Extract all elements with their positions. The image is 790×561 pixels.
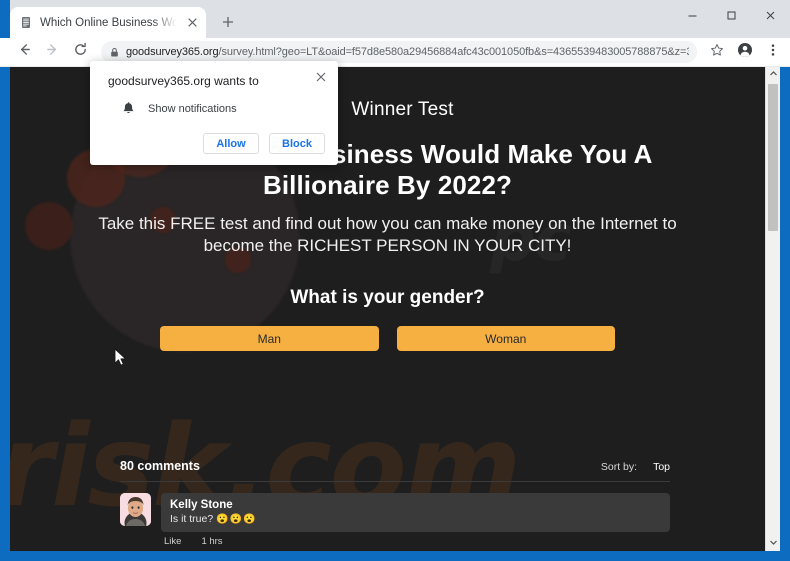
comment-like-button[interactable]: Like bbox=[164, 536, 181, 547]
lock-icon bbox=[108, 46, 120, 58]
comments-count: 80 comments bbox=[120, 459, 200, 473]
popup-close-icon[interactable] bbox=[313, 69, 329, 85]
maximize-button[interactable] bbox=[712, 0, 751, 31]
bookmark-button[interactable] bbox=[704, 39, 730, 65]
answer-button-man[interactable]: Man bbox=[160, 326, 379, 351]
comment-author: Kelly Stone bbox=[170, 499, 233, 511]
block-button[interactable]: Block bbox=[269, 133, 325, 154]
popup-title: goodsurvey365.org wants to bbox=[108, 74, 259, 88]
comment-body: Kelly Stone Is it true? 😮😮😮 Like 1 hrs bbox=[161, 493, 670, 547]
tab-strip: Which Online Business Would M bbox=[0, 0, 790, 38]
answer-button-woman[interactable]: Woman bbox=[396, 326, 615, 351]
reload-icon bbox=[73, 42, 88, 62]
tab-title: Which Online Business Would M bbox=[40, 16, 177, 29]
close-window-button[interactable] bbox=[751, 0, 790, 31]
window-controls bbox=[673, 0, 790, 31]
site-name: Winner Test bbox=[351, 99, 454, 120]
comments-section: 80 comments Sort by: Top Kelly Stone Is … bbox=[120, 459, 670, 547]
back-arrow-icon bbox=[17, 42, 32, 62]
comment-emoji: 😮😮😮 bbox=[216, 513, 257, 525]
sort-by-value[interactable]: Top bbox=[653, 461, 670, 473]
comment-item: Kelly Stone Is it true? 😮😮😮 Like 1 hrs bbox=[120, 493, 670, 547]
profile-button[interactable] bbox=[732, 39, 758, 65]
bell-icon bbox=[122, 102, 136, 116]
new-tab-button[interactable] bbox=[214, 8, 242, 36]
back-button[interactable] bbox=[11, 39, 37, 65]
page-scrollbar[interactable] bbox=[765, 67, 780, 551]
address-bar[interactable]: goodsurvey365.org/survey.html?geo=LT&oai… bbox=[101, 41, 697, 63]
popup-permission-label: Show notifications bbox=[148, 103, 237, 115]
survey-answers: Man Woman bbox=[160, 326, 615, 351]
comments-header: 80 comments Sort by: Top bbox=[120, 459, 670, 482]
star-icon bbox=[710, 43, 724, 62]
tab-strip-left-edge bbox=[0, 0, 10, 38]
browser-menu-button[interactable] bbox=[760, 39, 786, 65]
comment-meta: Like 1 hrs bbox=[164, 536, 670, 547]
comment-text: Is it true? bbox=[170, 513, 214, 525]
allow-button[interactable]: Allow bbox=[203, 133, 259, 154]
minimize-button[interactable] bbox=[673, 0, 712, 31]
caret-down-icon bbox=[769, 540, 777, 547]
address-host: goodsurvey365.org bbox=[126, 46, 219, 58]
notification-permission-popup: goodsurvey365.org wants to Show notifica… bbox=[90, 61, 338, 165]
popup-actions: Allow Block bbox=[203, 133, 325, 154]
scroll-up-button[interactable] bbox=[766, 67, 780, 82]
address-path: /survey.html?geo=LT&oaid=f57d8e580a29456… bbox=[218, 46, 689, 58]
scrollbar-thumb[interactable] bbox=[768, 84, 778, 231]
page-subheadline: Take this FREE test and find out how you… bbox=[98, 214, 677, 255]
comment-text-row: Is it true? 😮😮😮 bbox=[170, 513, 661, 525]
sort-by-label: Sort by: bbox=[600, 461, 638, 473]
tab-close-icon[interactable] bbox=[184, 15, 200, 31]
comments-sort: Sort by: Top bbox=[601, 461, 670, 473]
forward-arrow-icon bbox=[45, 42, 60, 62]
account-avatar-icon bbox=[737, 42, 753, 63]
plus-icon bbox=[222, 14, 234, 31]
popup-permission-row: Show notifications bbox=[108, 102, 322, 116]
comment-bubble: Kelly Stone Is it true? 😮😮😮 bbox=[161, 493, 670, 532]
avatar[interactable] bbox=[120, 493, 151, 526]
address-bar-text: goodsurvey365.org/survey.html?geo=LT&oai… bbox=[126, 46, 689, 58]
caret-up-icon bbox=[769, 71, 777, 78]
document-icon bbox=[19, 16, 33, 30]
comment-timestamp: 1 hrs bbox=[201, 536, 223, 547]
survey-question: What is your gender? bbox=[290, 287, 485, 308]
reload-button[interactable] bbox=[67, 39, 93, 65]
three-dot-menu-icon bbox=[766, 43, 780, 62]
scroll-down-button[interactable] bbox=[766, 536, 780, 551]
browser-tab[interactable]: Which Online Business Would M bbox=[10, 7, 206, 38]
forward-button[interactable] bbox=[39, 39, 65, 65]
